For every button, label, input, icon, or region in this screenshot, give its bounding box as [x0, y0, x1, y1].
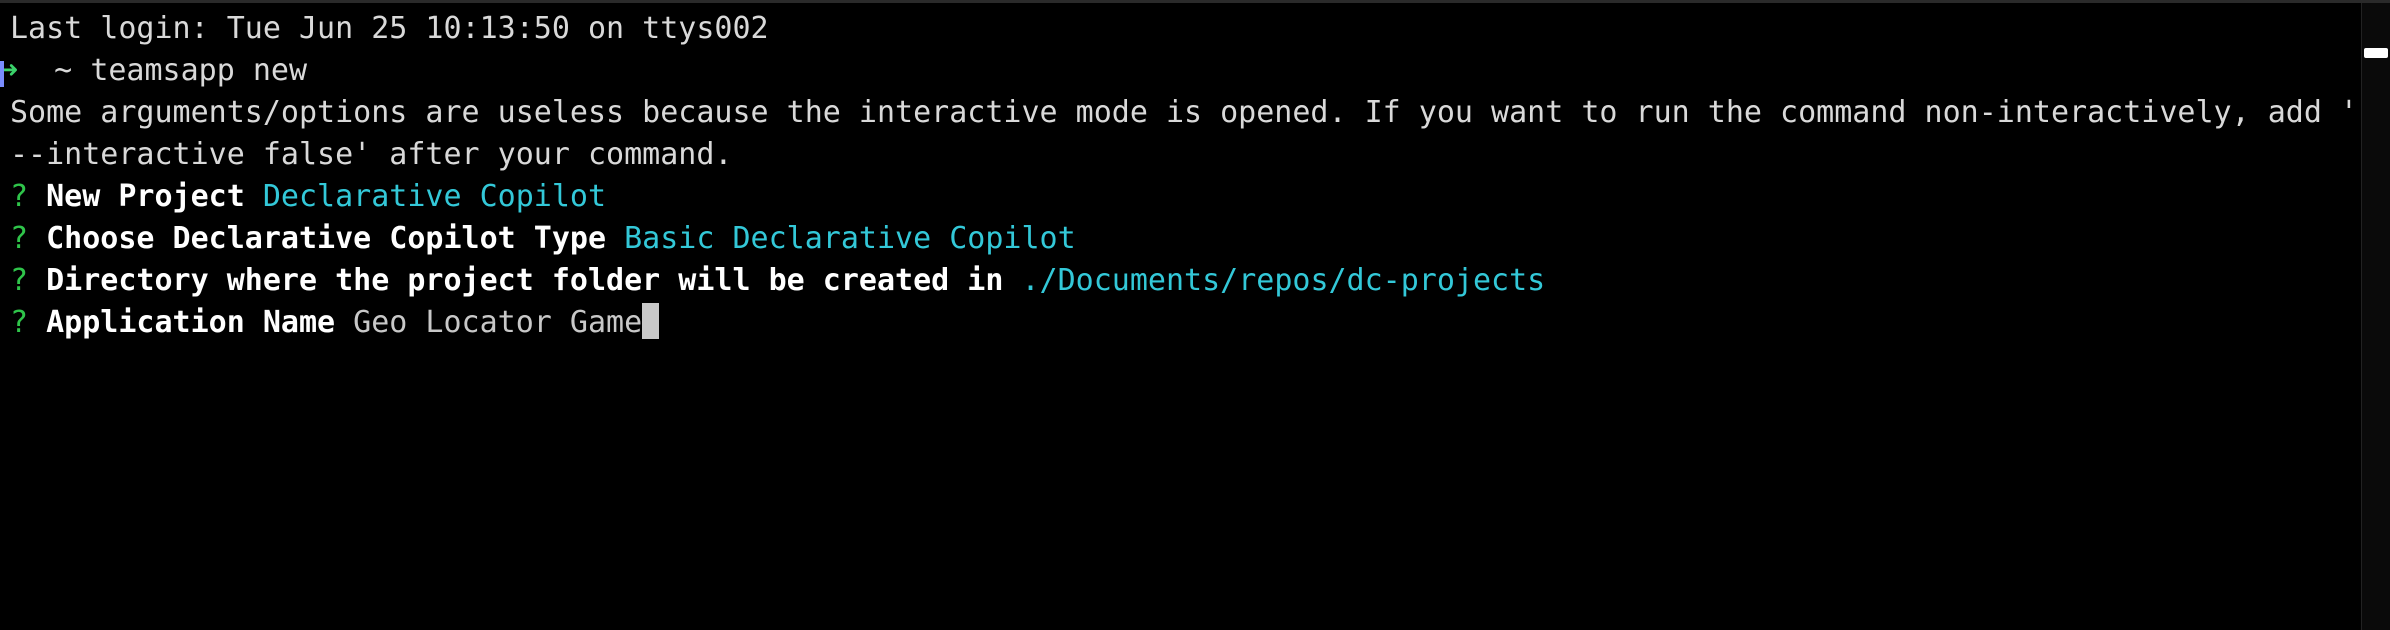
command-text: teamsapp new [90, 53, 308, 88]
question-mark: ? [10, 305, 29, 340]
terminal-window[interactable]: Last login: Tue Jun 25 10:13:50 on ttys0… [0, 0, 2390, 630]
question-label: Application Name [46, 305, 336, 340]
command-line: ➜ ~ teamsapp new [0, 50, 2360, 92]
question-directory: ? Directory where the project folder wil… [10, 260, 2360, 302]
application-name-input[interactable]: Geo Locator Game [353, 305, 642, 340]
notice-line-2: --interactive false' after your command. [10, 137, 733, 172]
question-label: New Project [46, 179, 245, 214]
question-mark: ? [10, 179, 29, 214]
question-label: Choose Declarative Copilot Type [46, 221, 607, 256]
question-mark: ? [10, 263, 29, 298]
scrollbar[interactable] [2361, 3, 2390, 630]
last-login-line: Last login: Tue Jun 25 10:13:50 on ttys0… [10, 11, 769, 46]
text-cursor [642, 303, 660, 339]
question-mark: ? [10, 221, 29, 256]
question-copilot-type: ? Choose Declarative Copilot Type Basic … [10, 218, 2360, 260]
notice-line-1: Some arguments/options are useless becau… [10, 95, 2358, 130]
question-application-name: ? Application Name Geo Locator Game [10, 302, 2360, 344]
prompt-arrow-icon: ➜ [0, 53, 19, 88]
prompt-path: ~ [18, 53, 91, 88]
question-new-project: ? New Project Declarative Copilot [10, 176, 2360, 218]
question-label: Directory where the project folder will … [46, 263, 1004, 298]
scrollbar-thumb[interactable] [2364, 48, 2388, 58]
question-answer: ./Documents/repos/dc-projects [1021, 263, 1546, 298]
terminal-output: Last login: Tue Jun 25 10:13:50 on ttys0… [0, 8, 2360, 344]
question-answer: Basic Declarative Copilot [624, 221, 1076, 256]
question-answer: Declarative Copilot [262, 179, 607, 214]
